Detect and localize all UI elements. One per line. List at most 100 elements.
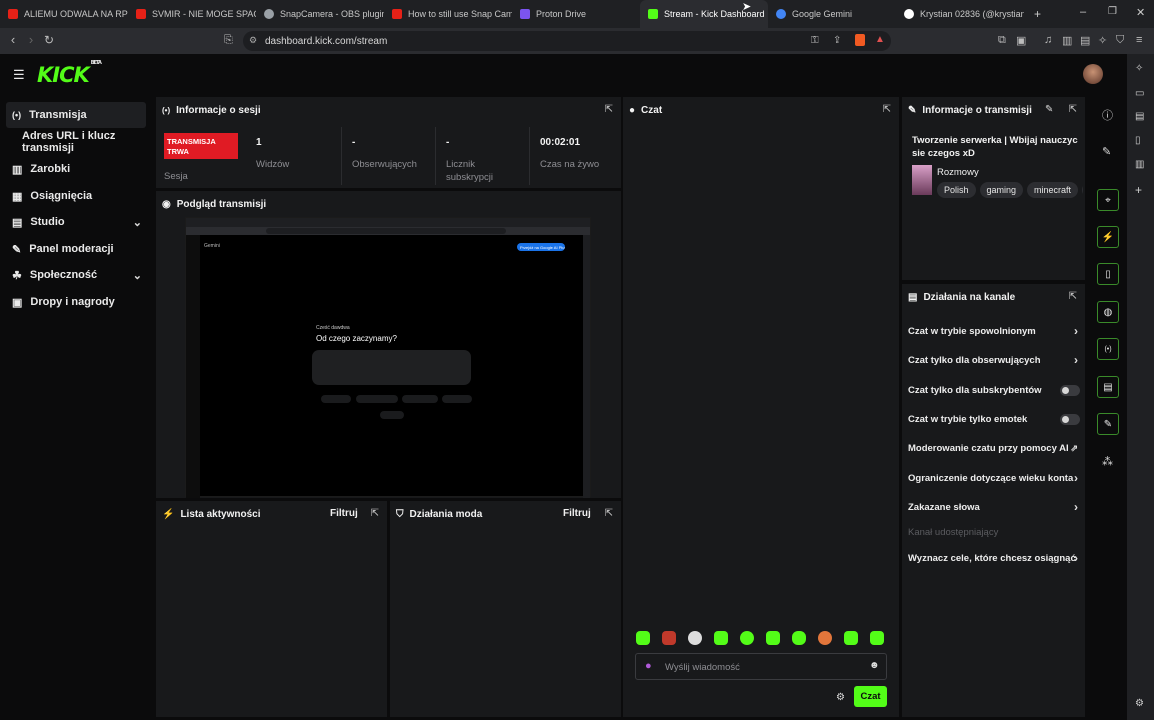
browser-tab[interactable]: SVMIR - NIE MOGE SPAĆ — [128, 0, 256, 28]
action-banned-words[interactable]: Zakazane słowa › — [908, 497, 1082, 517]
preview-gemini-sidebar — [186, 235, 200, 498]
screenshot-icon[interactable]: ▣ — [1016, 34, 1026, 47]
popout-icon[interactable]: ⇱ — [1069, 104, 1077, 115]
action-account-age[interactable]: Ograniczenie dotyczące wieku konta › — [908, 468, 1082, 488]
send-chat-button[interactable]: Czat — [854, 686, 887, 707]
live-badge: TRANSMISJA TRWA — [164, 133, 238, 159]
browser-tab[interactable]: Krystian 02836 (@krystian795 — [896, 0, 1024, 28]
microphone-icon[interactable]: ● — [645, 660, 652, 672]
browser-tab[interactable]: Google Gemini — [768, 0, 896, 28]
leo-icon[interactable]: ✧ — [1135, 63, 1143, 74]
rail-button[interactable]: ◍ — [1097, 301, 1119, 323]
tab-label: How to still use Snap Came — [408, 9, 512, 19]
sidebar-item-community[interactable]: ☘ Społeczność ⌄ — [6, 262, 146, 288]
info-icon[interactable]: ⓘ — [1102, 107, 1113, 123]
emoji-icon[interactable]: ☻ — [869, 660, 880, 671]
url-text: dashboard.kick.com/stream — [265, 35, 388, 47]
popout-icon[interactable]: ⇱ — [1069, 291, 1077, 302]
browser-tab[interactable]: ALIEMU ODWALA NA RP | GTA — [0, 0, 128, 28]
add-panel-icon[interactable]: + — [1135, 183, 1142, 197]
music-icon[interactable]: ♫ — [1044, 34, 1052, 46]
sidebar-item-achievements[interactable]: ▦ Osiągnięcia — [6, 183, 146, 209]
rail-button[interactable]: ▤ — [1097, 376, 1119, 398]
history-icon[interactable]: ▥ — [1135, 159, 1144, 170]
browser-tab[interactable]: SnapCamera - OBS plugin / Ca — [256, 0, 384, 28]
rail-button[interactable]: ⌖ — [1097, 189, 1119, 211]
panel-title: Podgląd transmisji — [176, 198, 267, 210]
emote-icon[interactable] — [818, 631, 832, 645]
community-icon[interactable]: ⁂ — [1102, 455, 1113, 468]
rail-button[interactable]: ⚡ — [1097, 226, 1119, 248]
tab-label: SnapCamera - OBS plugin / Ca — [280, 9, 384, 19]
emote-icon[interactable] — [870, 631, 884, 645]
browser-tab[interactable]: How to still use Snap Came — [384, 0, 512, 28]
edit-icon[interactable]: ✎ — [1102, 145, 1111, 158]
preview-chip — [356, 395, 398, 403]
action-followers-only[interactable]: Czat tylko dla obserwujących › — [908, 350, 1082, 370]
emote-icon[interactable] — [792, 631, 806, 645]
reading-list-icon[interactable]: ▭ — [1135, 88, 1144, 99]
sidebar-item-drops[interactable]: ▣ Dropy i nagrody — [6, 289, 146, 315]
sidebar-item-moderation[interactable]: ✎ Panel moderacji — [6, 236, 146, 262]
rail-button[interactable]: ▯ — [1097, 263, 1119, 285]
sidebar-item-stream[interactable]: (•) Transmisja — [6, 102, 146, 128]
share-icon[interactable]: ⇪ — [833, 35, 841, 46]
emote-icon[interactable] — [844, 631, 858, 645]
subscribers-only-toggle[interactable] — [1060, 384, 1080, 396]
emote-icon[interactable] — [766, 631, 780, 645]
bookmark-icon[interactable]: ⎘ — [224, 34, 233, 47]
reload-icon[interactable]: ↻ — [38, 33, 60, 47]
url-field[interactable]: ⚙ dashboard.kick.com/stream ⚿ ⇪ ▲ — [243, 31, 891, 51]
popout-icon[interactable]: ⇱ — [605, 508, 613, 519]
kick-logo[interactable]: KICK BETA — [37, 60, 102, 87]
preview-tab-strip — [186, 218, 590, 227]
action-slow-mode[interactable]: Czat w trybie spowolnionym › — [908, 321, 1082, 341]
menu-icon[interactable]: ≡ — [1136, 34, 1142, 46]
video-preview[interactable]: Gemini Przejdź na Google AI Plus Cześć d… — [185, 217, 591, 498]
chat-input[interactable]: ● Wyślij wiadomość ☻ — [635, 653, 887, 680]
action-ai-moderation[interactable]: Moderowanie czatu przy pomocy AI ⇗ — [908, 438, 1082, 458]
emote-icon[interactable] — [740, 631, 754, 645]
settings-icon[interactable]: ⚙ — [1135, 698, 1144, 709]
brave-rewards-icon[interactable]: ▲ — [875, 34, 885, 45]
emote-icon[interactable] — [714, 631, 728, 645]
key-icon[interactable]: ⚿ — [811, 35, 819, 46]
emote-icon[interactable] — [688, 631, 702, 645]
filter-button[interactable]: Filtruj — [563, 508, 591, 519]
popout-icon[interactable]: ⇱ — [605, 104, 613, 115]
filter-button[interactable]: Filtruj — [330, 508, 358, 519]
preview-greeting: Cześć dawdwa — [316, 325, 350, 331]
notes-icon[interactable]: ▯ — [1135, 135, 1141, 146]
action-set-goals[interactable]: Wyznacz cele, które chcesz osiągnąć › — [908, 548, 1082, 568]
leo-icon[interactable]: ✧ — [1098, 34, 1107, 47]
sidebar-item-stream-url-key[interactable]: Adres URL i klucz transmisji — [16, 129, 156, 155]
preview-chip — [321, 395, 351, 403]
browser-tab-bar: ALIEMU ODWALA NA RP | GTA SVMIR - NIE MO… — [0, 0, 1154, 28]
minimize-icon[interactable]: – — [1080, 6, 1086, 18]
popout-icon[interactable]: ⇱ — [371, 508, 379, 519]
vpn-icon[interactable]: ⛉ — [1116, 34, 1124, 47]
sidebar-item-earnings[interactable]: ▥ Zarobki — [6, 156, 146, 182]
extensions-icon[interactable]: ⧉ — [998, 34, 1006, 47]
window-close-icon[interactable]: ✕ — [1136, 6, 1145, 19]
rail-button[interactable]: (•) — [1097, 338, 1119, 360]
gear-icon[interactable]: ⚙ — [836, 692, 845, 703]
maximize-icon[interactable]: ❐ — [1108, 6, 1117, 17]
popout-icon[interactable]: ⇱ — [883, 104, 891, 115]
avatar[interactable] — [1083, 64, 1103, 84]
browser-tab[interactable]: Proton Drive — [512, 0, 640, 28]
new-tab-icon[interactable]: + — [1034, 7, 1041, 21]
sidebar-item-studio[interactable]: ▤ Studio ⌄ — [6, 209, 146, 235]
hamburger-icon[interactable]: ☰ — [13, 67, 25, 83]
wallet-icon[interactable]: ▤ — [1080, 34, 1090, 47]
bookmarks-icon[interactable]: ▤ — [1135, 111, 1144, 122]
emote-icon[interactable] — [636, 631, 650, 645]
sidebar-toggle-icon[interactable]: ▥ — [1062, 34, 1072, 47]
emote-only-toggle[interactable] — [1060, 413, 1080, 425]
shield-icon: ⛉ — [396, 508, 404, 520]
site-info-icon[interactable]: ⚙ — [249, 35, 257, 46]
brave-shield-icon[interactable] — [855, 34, 865, 46]
edit-icon[interactable]: ✎ — [1045, 104, 1053, 115]
emote-icon[interactable] — [662, 631, 676, 645]
rail-button[interactable]: ✎ — [1097, 413, 1119, 435]
